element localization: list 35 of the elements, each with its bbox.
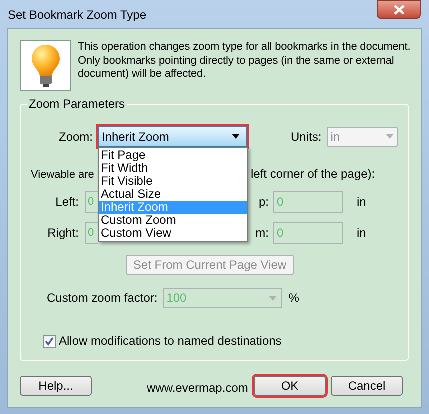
allow-checkbox[interactable] bbox=[43, 334, 56, 348]
zoom-dropdown[interactable]: Inherit Zoom bbox=[98, 126, 247, 147]
coordinate-label: Right: bbox=[46, 225, 79, 242]
zoom-option[interactable]: Fit Visible bbox=[99, 175, 247, 188]
viewable-area-label-end: left corner of the page): bbox=[251, 166, 376, 183]
unit-label: in bbox=[357, 225, 366, 242]
zoom-option[interactable]: Fit Width bbox=[99, 162, 247, 175]
lightbulb-icon bbox=[30, 44, 60, 88]
dropdown-arrow-icon bbox=[268, 296, 277, 300]
coordinate-label: Left: bbox=[54, 194, 79, 211]
dropdown-arrow-icon bbox=[386, 134, 394, 139]
zoom-option[interactable]: Custom Zoom bbox=[99, 214, 247, 227]
coordinate-label: p: bbox=[258, 194, 269, 211]
coordinate-label: m: bbox=[254, 225, 269, 242]
zoom-option[interactable]: Actual Size bbox=[99, 188, 247, 201]
percent-label: % bbox=[288, 290, 300, 307]
custom-zoom-label: Custom zoom factor: bbox=[47, 290, 158, 307]
zoom-option[interactable]: Custom View bbox=[99, 227, 247, 240]
viewable-area-label: Viewable are bbox=[31, 168, 94, 181]
website-link[interactable]: www.evermap.com bbox=[147, 379, 251, 397]
zoom-option[interactable]: Fit Page bbox=[99, 149, 247, 162]
unit-label: in bbox=[357, 194, 366, 211]
window-title: Set Bookmark Zoom Type bbox=[8, 7, 147, 24]
dropdown-arrow-icon bbox=[232, 134, 240, 139]
check-icon bbox=[45, 336, 54, 346]
info-message: This operation changes zoom type for all bookmarks in the document. Only bookmarks pointing directly to pages (in the same or external document) will be affected. bbox=[78, 41, 411, 82]
units-label: Units: bbox=[291, 128, 322, 146]
allow-checkbox-label: Allow modifications to named destinations bbox=[59, 333, 282, 350]
cancel-button[interactable]: Cancel bbox=[331, 376, 403, 396]
ok-button[interactable]: OK bbox=[254, 376, 326, 396]
zoom-label: Zoom: bbox=[58, 128, 93, 146]
close-button[interactable] bbox=[377, 0, 421, 19]
group-title: Zoom Parameters bbox=[27, 97, 128, 111]
help-button[interactable]: Help... bbox=[20, 376, 92, 396]
close-icon bbox=[394, 4, 404, 14]
